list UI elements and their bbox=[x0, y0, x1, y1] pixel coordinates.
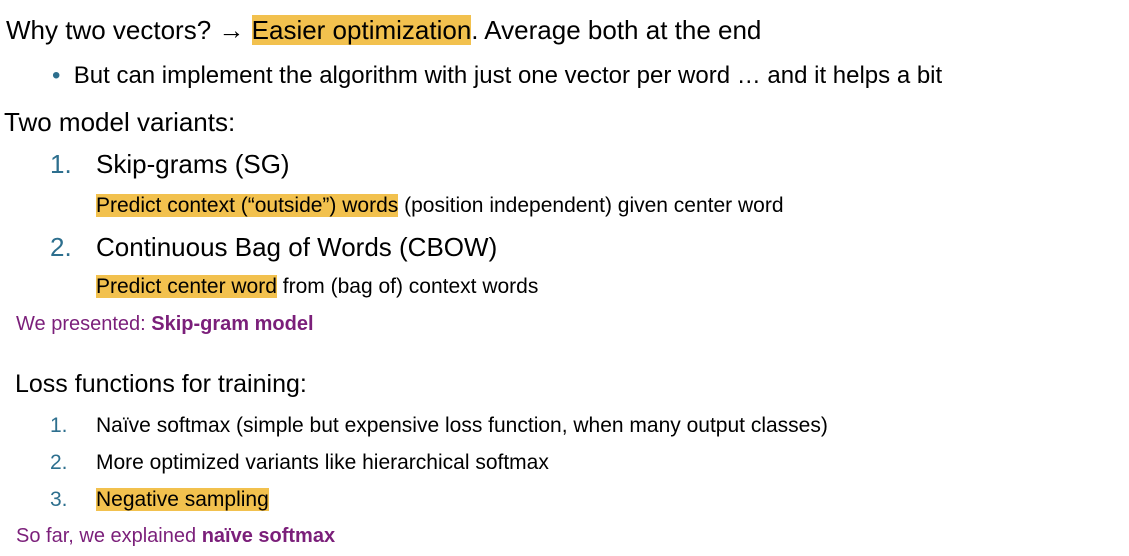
loss-item-naive-softmax: 1. Naïve softmax (simple but expensive lo… bbox=[50, 414, 828, 438]
loss-item-negative-sampling: 3. Negative sampling bbox=[50, 488, 269, 512]
bullet-icon: • bbox=[52, 62, 61, 89]
why-suffix: . Average both at the end bbox=[471, 15, 762, 45]
variant-description-rest: from (bag of) context words bbox=[276, 275, 539, 298]
variant-number: 1. bbox=[50, 149, 72, 179]
loss-number: 2. bbox=[50, 451, 68, 474]
variant-description-highlight: Predict center word bbox=[96, 275, 277, 298]
loss-number: 1. bbox=[50, 414, 68, 437]
explained-note: So far, we explained naïve softmax bbox=[16, 525, 335, 548]
loss-heading: Loss functions for training: bbox=[15, 370, 307, 398]
easier-optimization-highlight: Easier optimization bbox=[251, 15, 472, 45]
presented-prefix: We presented: bbox=[16, 313, 152, 335]
loss-text: Naïve softmax (simple but expensive loss… bbox=[96, 414, 828, 437]
presented-bold: Skip-gram model bbox=[151, 313, 314, 335]
variant-item-cbow: 2. Continuous Bag of Words (CBOW) bbox=[50, 232, 498, 263]
loss-text: More optimized variants like hierarchica… bbox=[96, 451, 549, 474]
presented-note: We presented: Skip-gram model bbox=[16, 313, 314, 336]
variants-heading: Two model variants: bbox=[4, 107, 236, 137]
variant-description-skip-gram: Predict context (“outside”) words (posit… bbox=[96, 194, 784, 218]
variant-description-highlight: Predict context (“outside”) words bbox=[96, 194, 399, 217]
why-prefix: Why two vectors? bbox=[6, 15, 219, 45]
variant-description-cbow: Predict center word from (bag of) contex… bbox=[96, 275, 538, 299]
variant-title: Continuous Bag of Words (CBOW) bbox=[96, 232, 498, 262]
explained-prefix: So far, we explained bbox=[16, 525, 202, 547]
explained-bold: naïve softmax bbox=[201, 525, 336, 547]
bullet-text: But can implement the algorithm with jus… bbox=[73, 62, 943, 89]
loss-item-hierarchical: 2. More optimized variants like hierarchi… bbox=[50, 451, 549, 475]
arrow-icon: → bbox=[218, 15, 245, 45]
loss-text-highlight: Negative sampling bbox=[96, 488, 269, 511]
variant-item-skip-gram: 1. Skip-grams (SG) bbox=[50, 149, 290, 180]
variant-number: 2. bbox=[50, 232, 72, 262]
loss-number: 3. bbox=[50, 488, 68, 511]
why-two-vectors-line: Why two vectors? → Easier optimization. … bbox=[6, 15, 762, 46]
variant-title: Skip-grams (SG) bbox=[96, 149, 290, 179]
one-vector-bullet: • But can implement the algorithm with j… bbox=[52, 62, 942, 90]
variant-description-rest: (position independent) given center word bbox=[398, 194, 784, 217]
